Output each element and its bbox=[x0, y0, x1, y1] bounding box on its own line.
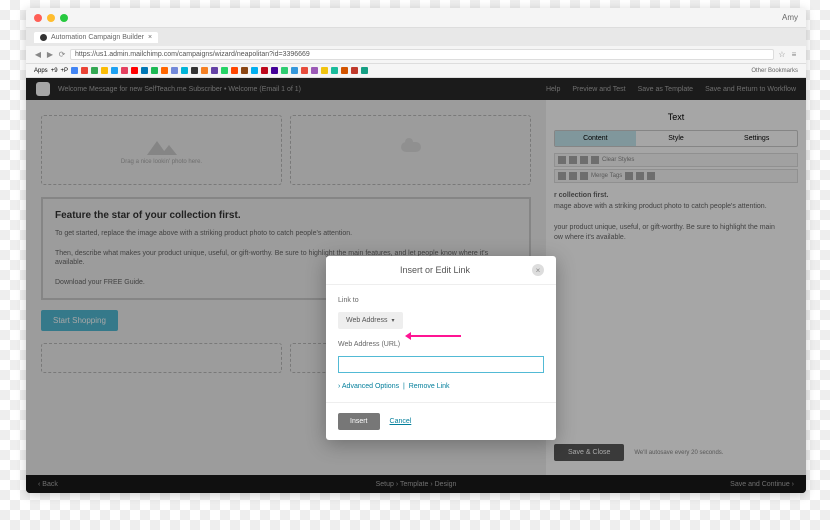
star-icon[interactable]: ☆ bbox=[778, 51, 786, 59]
bookmark-icon[interactable] bbox=[81, 67, 88, 74]
modal-title: Insert or Edit Link bbox=[338, 265, 532, 275]
forward-icon[interactable]: ▶ bbox=[46, 51, 54, 59]
link-modal: Insert or Edit Link × Link to Web Addres… bbox=[326, 256, 556, 440]
insert-button[interactable]: Insert bbox=[338, 413, 380, 430]
maximize-dot[interactable] bbox=[60, 14, 68, 22]
bookmark-icon[interactable] bbox=[351, 67, 358, 74]
modal-footer: Insert Cancel bbox=[326, 402, 556, 440]
apps-button[interactable]: Apps bbox=[34, 68, 48, 74]
bookmark-icon[interactable] bbox=[281, 67, 288, 74]
bookmark-icon[interactable] bbox=[101, 67, 108, 74]
bookmark-icon[interactable] bbox=[291, 67, 298, 74]
menu-icon[interactable]: ≡ bbox=[790, 51, 798, 59]
cancel-link[interactable]: Cancel bbox=[390, 418, 412, 425]
bookmark-icon[interactable] bbox=[261, 67, 268, 74]
bookmark-icon[interactable] bbox=[171, 67, 178, 74]
back-icon[interactable]: ◀ bbox=[34, 51, 42, 59]
modal-links: Advanced Options | Remove Link bbox=[338, 383, 544, 390]
reload-icon[interactable]: ⟳ bbox=[58, 51, 66, 59]
url-label: Web Address (URL) bbox=[338, 341, 544, 348]
app-content: Welcome Message for new SelfTeach.me Sub… bbox=[26, 78, 806, 493]
close-icon[interactable]: × bbox=[532, 264, 544, 276]
close-dot[interactable] bbox=[34, 14, 42, 22]
bookmarks-bar: Apps +9 +P Other Bookmarks bbox=[26, 64, 806, 78]
bookmark-icon[interactable] bbox=[71, 67, 78, 74]
bookmark-icon[interactable] bbox=[121, 67, 128, 74]
url-input[interactable]: https://us1.admin.mailchimp.com/campaign… bbox=[70, 49, 774, 60]
bookmark-icon[interactable] bbox=[241, 67, 248, 74]
user-label: Amy bbox=[782, 13, 798, 22]
url-input[interactable] bbox=[338, 356, 544, 373]
bookmark-icon[interactable] bbox=[191, 67, 198, 74]
bookmark-icon[interactable] bbox=[131, 67, 138, 74]
bookmark-icon[interactable] bbox=[91, 67, 98, 74]
annotation-arrow-icon bbox=[411, 335, 461, 337]
linkto-dropdown[interactable]: Web Address bbox=[338, 312, 403, 329]
bookmark-icon[interactable] bbox=[301, 67, 308, 74]
close-tab-icon[interactable]: × bbox=[148, 34, 152, 41]
remove-link[interactable]: Remove Link bbox=[409, 383, 450, 390]
bookmark-icon[interactable] bbox=[361, 67, 368, 74]
modal-header: Insert or Edit Link × bbox=[326, 256, 556, 285]
bookmark-icon[interactable] bbox=[211, 67, 218, 74]
bookmark-icon[interactable] bbox=[341, 67, 348, 74]
bookmark-icon[interactable] bbox=[181, 67, 188, 74]
bookmark-icon[interactable] bbox=[161, 67, 168, 74]
browser-tab[interactable]: Automation Campaign Builder× bbox=[34, 32, 158, 43]
bookmark-icon[interactable] bbox=[331, 67, 338, 74]
bookmark-icon[interactable] bbox=[321, 67, 328, 74]
bookmark-icon[interactable] bbox=[221, 67, 228, 74]
linkto-label: Link to bbox=[338, 297, 544, 304]
browser-window: Amy Automation Campaign Builder× ◀ ▶ ⟳ h… bbox=[26, 8, 806, 493]
bookmark-icon[interactable] bbox=[201, 67, 208, 74]
url-bar: ◀ ▶ ⟳ https://us1.admin.mailchimp.com/ca… bbox=[26, 46, 806, 64]
bookmark-icon[interactable] bbox=[151, 67, 158, 74]
bookmark-icon[interactable] bbox=[311, 67, 318, 74]
favicon-icon bbox=[40, 34, 47, 41]
bookmark-icon[interactable] bbox=[111, 67, 118, 74]
bookmark-icon[interactable] bbox=[271, 67, 278, 74]
titlebar: Amy bbox=[26, 8, 806, 28]
other-bookmarks[interactable]: Other Bookmarks bbox=[751, 68, 798, 74]
bookmark-icon[interactable] bbox=[231, 67, 238, 74]
bookmark-icon[interactable] bbox=[141, 67, 148, 74]
tab-bar: Automation Campaign Builder× bbox=[26, 28, 806, 46]
bookmark-icon[interactable] bbox=[251, 67, 258, 74]
minimize-dot[interactable] bbox=[47, 14, 55, 22]
advanced-link[interactable]: Advanced Options bbox=[342, 383, 399, 390]
